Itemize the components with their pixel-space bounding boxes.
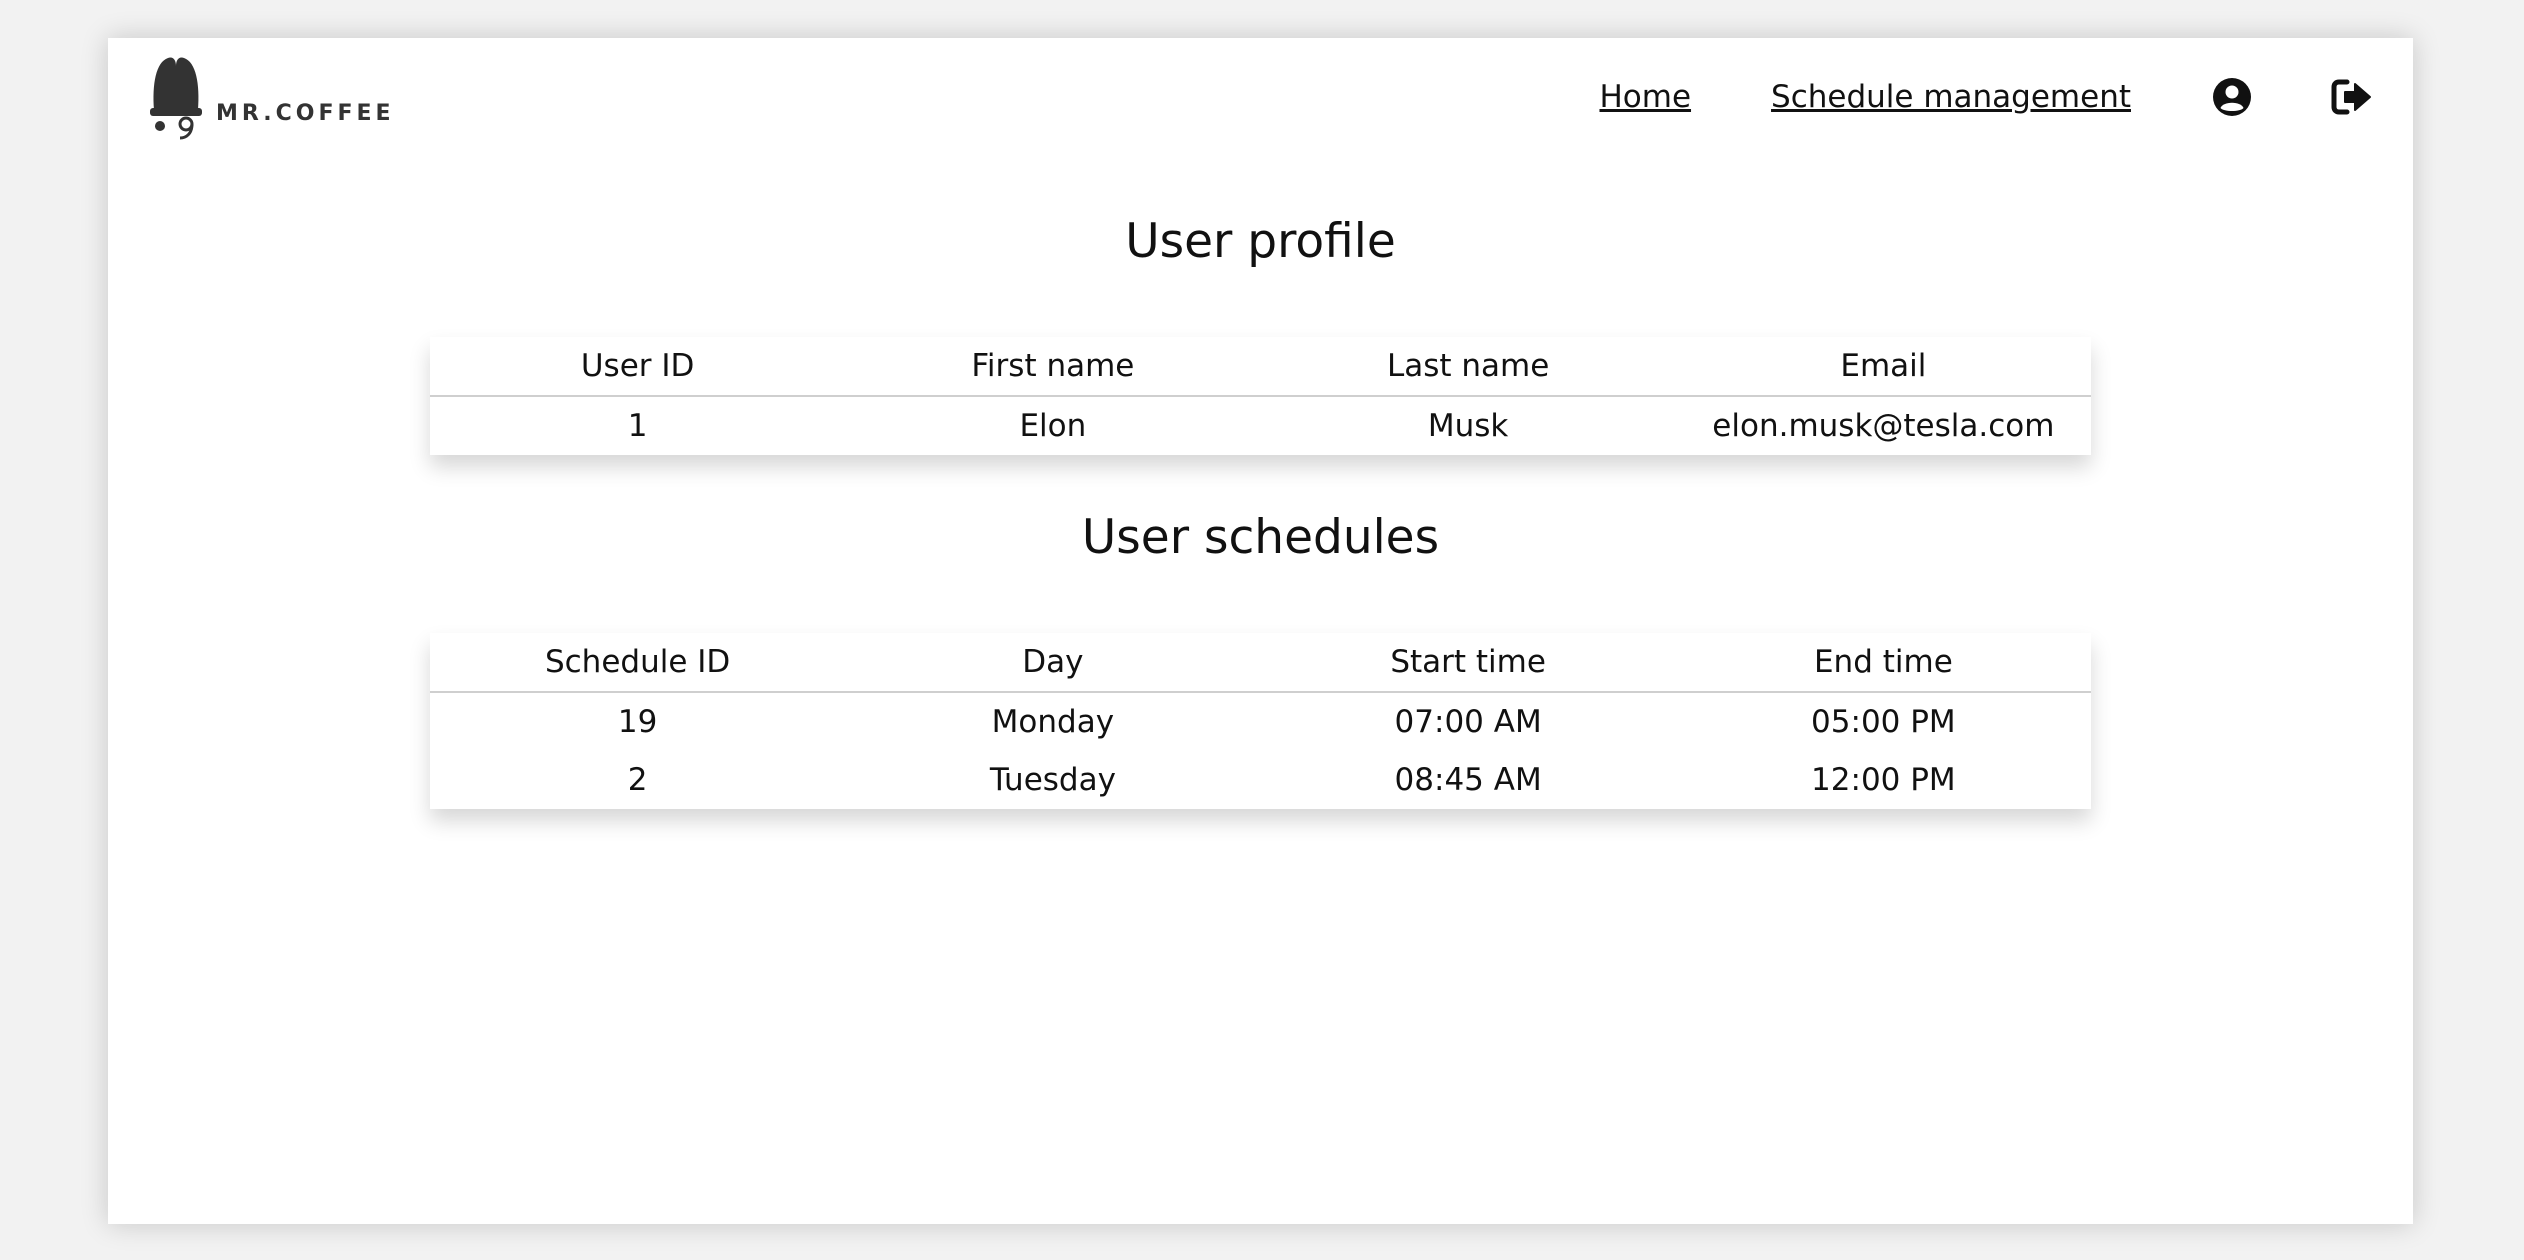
cell-end-time: 05:00 PM	[1811, 704, 1956, 740]
cell-start-time: 08:45 AM	[1394, 762, 1542, 798]
table-row: 1 Elon Musk elon.musk@tesla.com	[430, 396, 2091, 455]
column-header: Last name	[1260, 337, 1676, 397]
column-header: Start time	[1260, 633, 1676, 693]
column-header: Day	[845, 633, 1261, 693]
user-profile-title: User profile	[1125, 214, 1396, 269]
profile-button[interactable]	[2211, 76, 2253, 118]
column-header: Schedule ID	[430, 633, 846, 693]
cell-email: elon.musk@tesla.com	[1712, 408, 2055, 444]
table-header-row: Schedule ID Day Start time End time	[430, 633, 2091, 693]
column-header: Email	[1675, 337, 2091, 397]
cell-start-time: 07:00 AM	[1394, 704, 1542, 740]
sign-out-icon	[2331, 79, 2371, 115]
table-row: 19 Monday 07:00 AM 05:00 PM	[430, 692, 2091, 751]
user-schedules-title: User schedules	[1081, 510, 1440, 565]
cell-day: Monday	[991, 704, 1115, 740]
table-header-row: User ID First name Last name Email	[430, 337, 2091, 397]
cell-schedule-id: 19	[617, 704, 658, 740]
table-row: 2 Tuesday 08:45 AM 12:00 PM	[430, 751, 2091, 809]
logo[interactable]: MR.COFFEE	[146, 54, 395, 140]
user-schedules-table: Schedule ID Day Start time End time 19 M…	[430, 633, 2091, 809]
column-header: User ID	[430, 337, 846, 397]
cell-first-name: Elon	[1019, 408, 1087, 444]
brand-name: MR.COFFEE	[216, 101, 395, 126]
user-profile-table: User ID First name Last name Email 1 Elo…	[430, 337, 2091, 455]
nav-schedule-management-link[interactable]: Schedule management	[1771, 79, 2131, 115]
logout-button[interactable]	[2331, 76, 2373, 118]
cell-user-id: 1	[627, 408, 648, 444]
column-header: First name	[845, 337, 1261, 397]
coffee-logo-icon	[150, 57, 202, 140]
top-nav: Home Schedule management	[1599, 66, 2413, 128]
cell-last-name: Musk	[1427, 408, 1509, 444]
column-header: End time	[1675, 633, 2091, 693]
user-circle-icon	[2213, 78, 2251, 116]
page-card: MR.COFFEE Home Schedule management User …	[108, 38, 2413, 1224]
cell-schedule-id: 2	[627, 762, 648, 798]
nav-home-link[interactable]: Home	[1599, 79, 1691, 115]
cell-day: Tuesday	[989, 762, 1116, 798]
cell-end-time: 12:00 PM	[1811, 762, 1956, 798]
